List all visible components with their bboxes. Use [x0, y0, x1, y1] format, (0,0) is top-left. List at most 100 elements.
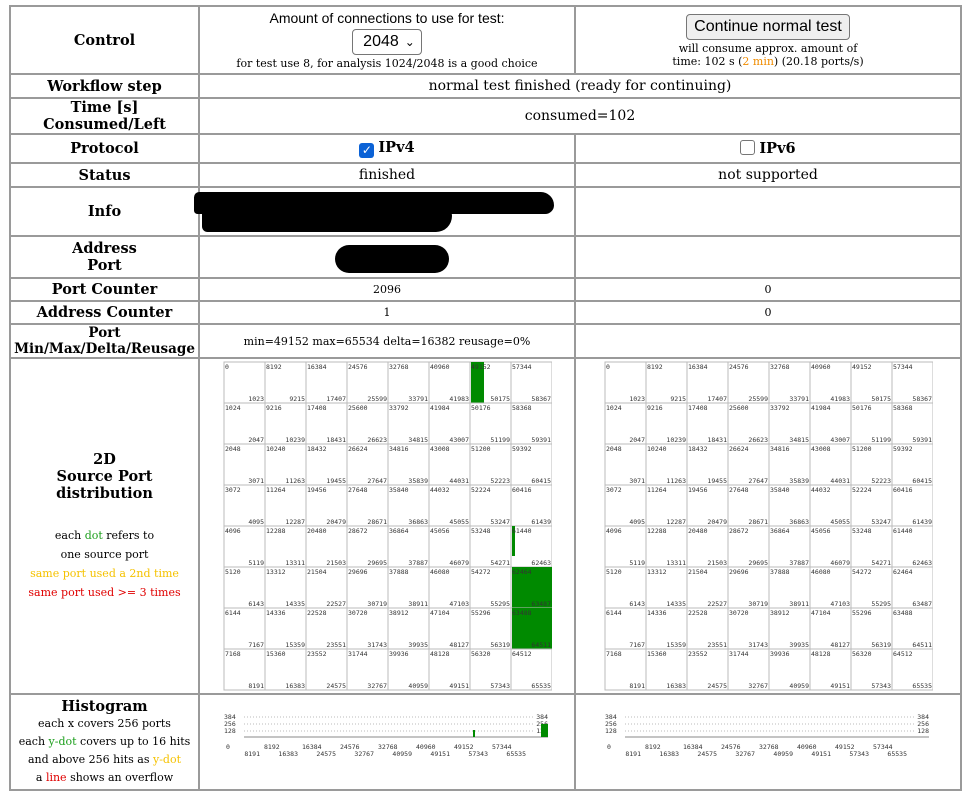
- cell-end-label: 51199: [490, 436, 510, 444]
- cell-start-label: 13312: [647, 568, 667, 576]
- cell-end-label: 52223: [871, 477, 891, 485]
- ipv6-status: not supported: [574, 162, 962, 188]
- cell-end-label: 29695: [748, 559, 768, 567]
- ipv4-checkbox[interactable]: ✓: [359, 143, 375, 158]
- cell-start-label: 55296: [852, 609, 872, 617]
- ipv6-address-counter: 0: [574, 300, 962, 325]
- ipv4-histogram-chart: 3843842562561281280819216384245763276840…: [224, 713, 548, 758]
- hist-bar: [541, 724, 548, 737]
- address-label-line1: Address: [72, 240, 137, 257]
- cell-end-label: 37887: [789, 559, 809, 567]
- cell-end-label: 63487: [531, 600, 551, 608]
- cell-end-label: 17407: [326, 395, 346, 403]
- cell-end-label: 41983: [449, 395, 469, 403]
- hist-x-bottom-label: 8191: [625, 750, 641, 758]
- cell-end-label: 36863: [408, 518, 428, 526]
- cell-end-label: 38911: [408, 600, 428, 608]
- cell-start-label: 46080: [430, 568, 450, 576]
- cell-end-label: 55295: [871, 600, 891, 608]
- cell-start-label: 13312: [266, 568, 286, 576]
- cell-start-label: 14336: [647, 609, 667, 617]
- cell-end-label: 10239: [666, 436, 686, 444]
- cell-start-label: 20480: [688, 527, 708, 535]
- connections-select[interactable]: 2048 ⌄: [352, 29, 422, 55]
- histogram-line2: each y-dot covers up to 16 hits: [11, 733, 198, 751]
- cell-end-label: 1023: [629, 395, 645, 403]
- cell-start-label: 34816: [770, 445, 790, 453]
- ipv4-distribution: 0 1023 8192 9215 16384 17407 24576 25599 32768 33…: [198, 357, 576, 695]
- connections-select-value: 2048: [363, 33, 399, 50]
- cell-start-label: 17408: [307, 404, 327, 412]
- cell-start-label: 31744: [348, 650, 368, 658]
- cell-end-label: 44031: [449, 477, 469, 485]
- ipv6-label: IPv6: [759, 140, 796, 157]
- cell-end-label: 13311: [666, 559, 686, 567]
- chevron-down-icon: ⌄: [404, 35, 415, 49]
- cell-start-label: 61440: [512, 527, 532, 535]
- consume-line2: time: 102 s (2 min) (20.18 ports/s): [576, 55, 960, 68]
- cell-start-label: 3072: [225, 486, 241, 494]
- connections-hint: for test use 8, for analysis 1024/2048 i…: [236, 57, 538, 70]
- hist-x-bottom-label: 32767: [354, 750, 374, 758]
- cell-end-label: 64511: [912, 641, 932, 649]
- cell-end-label: 24575: [707, 682, 727, 690]
- hist-bar: [473, 730, 475, 737]
- cell-start-label: 15360: [266, 650, 286, 658]
- cell-end-label: 23551: [707, 641, 727, 649]
- cell-end-label: 54271: [490, 559, 510, 567]
- ipv4-label: IPv4: [378, 139, 415, 156]
- ipv6-checkbox[interactable]: [740, 140, 756, 155]
- cell-start-label: 35840: [770, 486, 790, 494]
- histogram-legend: each x covers 256 ports each y-dot cover…: [11, 715, 198, 787]
- cell-start-label: 4096: [606, 527, 622, 535]
- cell-start-label: 7168: [225, 650, 241, 658]
- cell-end-label: 19455: [326, 477, 346, 485]
- cell-start-label: 44032: [430, 486, 450, 494]
- consume-prefix: time: 102 s (: [672, 54, 743, 68]
- continue-test-button[interactable]: Continue normal test: [686, 13, 850, 40]
- cell-end-label: 48127: [830, 641, 850, 649]
- cell-end-label: 53247: [490, 518, 510, 526]
- histogram-line4-pre: a: [35, 770, 46, 784]
- cell-start-label: 46080: [811, 568, 831, 576]
- cell-end-label: 31743: [748, 641, 768, 649]
- cell-end-label: 59391: [531, 436, 551, 444]
- cell-start-label: 20480: [307, 527, 327, 535]
- cell-start-label: 31744: [729, 650, 749, 658]
- hist-x-bottom-label: 57343: [849, 750, 869, 758]
- cell-end-label: 58367: [531, 395, 551, 403]
- ipv6-port-counter: 0: [574, 277, 962, 302]
- hist-x-bottom-label: 24575: [697, 750, 717, 758]
- cell-start-label: 24576: [729, 363, 749, 371]
- cell-start-label: 19456: [688, 486, 708, 494]
- cell-start-label: 9216: [647, 404, 663, 412]
- hist-x-bottom-label: 65535: [506, 750, 526, 758]
- cell-start-label: 64512: [893, 650, 913, 658]
- hist-x-top-label: 8192: [264, 743, 280, 751]
- cell-end-label: 46079: [449, 559, 469, 567]
- cell-start-label: 2048: [606, 445, 622, 453]
- cell-end-label: 37887: [408, 559, 428, 567]
- cell-end-label: 54271: [871, 559, 891, 567]
- cell-start-label: 38912: [389, 609, 409, 617]
- cell-end-label: 9215: [670, 395, 686, 403]
- cell-start-label: 51200: [852, 445, 872, 453]
- cell-start-label: 63488: [893, 609, 913, 617]
- cell-end-label: 47103: [449, 600, 469, 608]
- ipv6-port-grid: 0 1023 8192 9215 16384 17407 24576 25599 32768 33…: [604, 361, 933, 691]
- hist-x-bottom-label: 24575: [316, 750, 336, 758]
- cell-end-label: 28671: [367, 518, 387, 526]
- address-counter-label: Address Counter: [9, 300, 200, 325]
- cell-end-label: 3071: [248, 477, 264, 485]
- cell-end-label: 40959: [789, 682, 809, 690]
- cell-end-label: 14335: [666, 600, 686, 608]
- cell-end-label: 51199: [871, 436, 891, 444]
- cell-end-label: 58367: [912, 395, 932, 403]
- cell-end-label: 27647: [748, 477, 768, 485]
- cell-end-label: 45055: [449, 518, 469, 526]
- histogram-line1: each x covers 256 ports: [38, 716, 171, 730]
- cell-end-label: 26623: [367, 436, 387, 444]
- cell-start-label: 23552: [688, 650, 708, 658]
- cell-start-label: 18432: [688, 445, 708, 453]
- histogram-line4-post: shows an overflow: [66, 770, 174, 784]
